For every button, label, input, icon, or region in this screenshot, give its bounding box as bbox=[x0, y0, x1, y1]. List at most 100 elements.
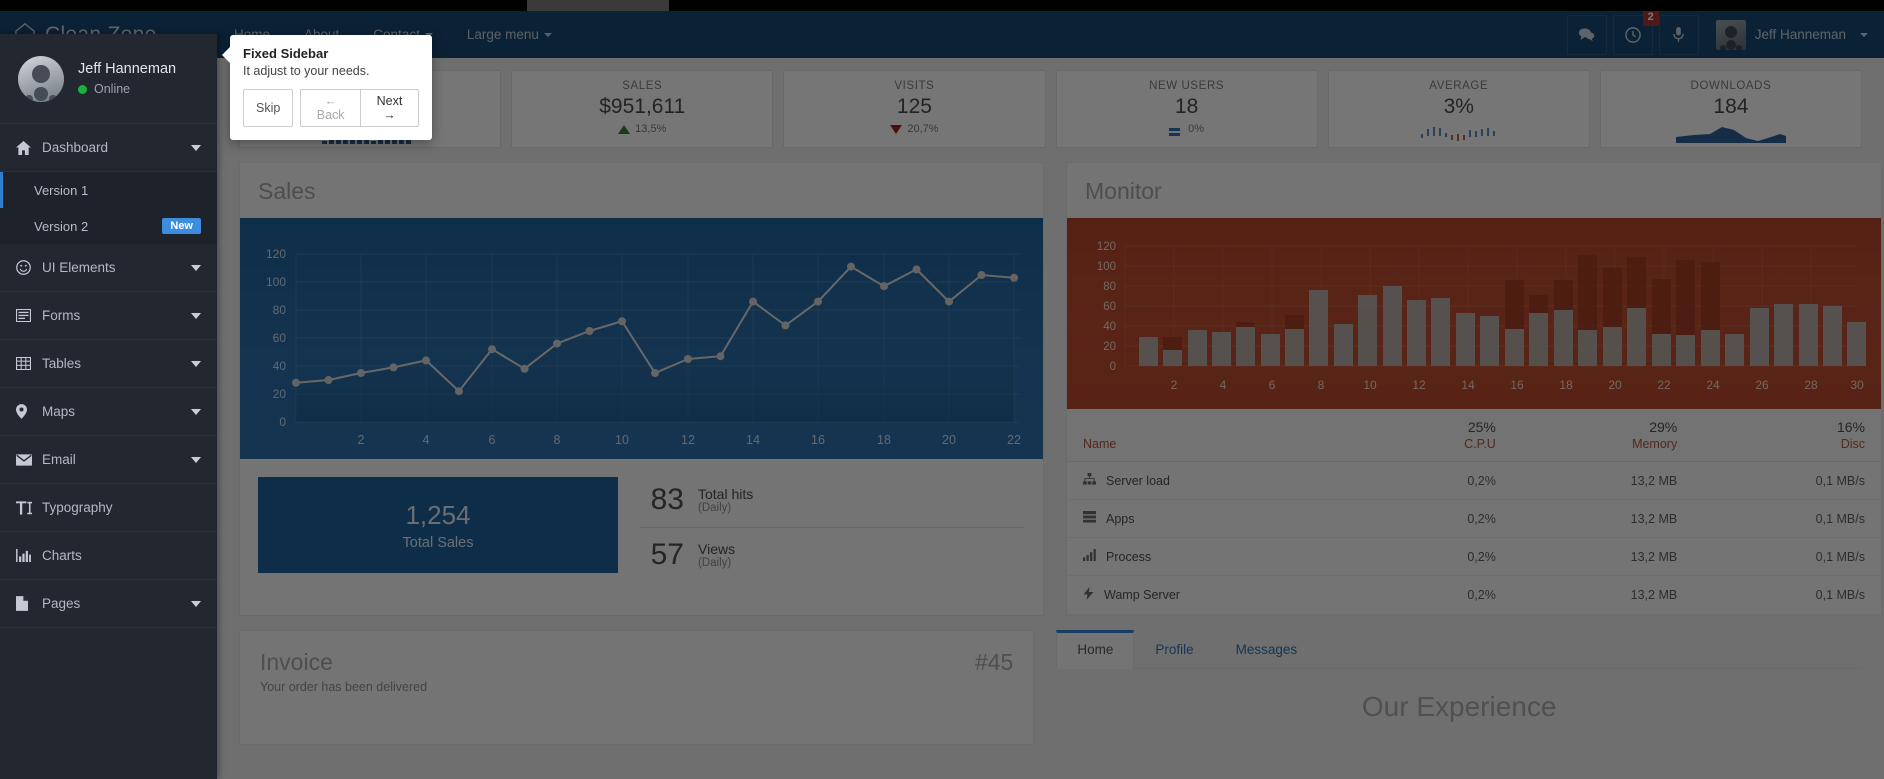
svg-text:20: 20 bbox=[1103, 341, 1116, 353]
envelope-icon bbox=[16, 453, 42, 466]
tabs-panel: Home Profile Messages Our Experience bbox=[1056, 630, 1862, 745]
stat-value: $951,611 bbox=[599, 95, 686, 118]
stat-delta-value: 0% bbox=[1188, 123, 1205, 135]
sidebar-item-forms[interactable]: Forms bbox=[0, 292, 217, 340]
sidebar-subitem-label: Version 1 bbox=[34, 182, 89, 198]
sidebar-item-version-2[interactable]: Version 2 New bbox=[0, 208, 217, 244]
smiley-icon bbox=[16, 260, 42, 275]
col-cpu: 25% C.P.U bbox=[1364, 409, 1512, 462]
stat-card-average[interactable]: AVERAGE 3% bbox=[1327, 70, 1590, 148]
sidebar-item-charts[interactable]: Charts bbox=[0, 532, 217, 580]
svg-text:40: 40 bbox=[273, 359, 287, 373]
svg-text:28: 28 bbox=[1804, 378, 1818, 392]
invoice-title: Invoice bbox=[260, 649, 333, 675]
chevron-down-icon bbox=[543, 32, 552, 37]
next-button[interactable]: Next → bbox=[360, 89, 419, 127]
stat-card-new-users[interactable]: NEW USERS 18 0% bbox=[1055, 70, 1318, 148]
svg-text:14: 14 bbox=[1461, 378, 1475, 392]
svg-text:8: 8 bbox=[554, 433, 561, 447]
hit-number: 83 bbox=[650, 483, 684, 516]
sidebar-profile[interactable]: Jeff Hanneman Online bbox=[0, 34, 217, 124]
nav-link-label: Large menu bbox=[466, 27, 539, 42]
col-memory: 29% Memory bbox=[1511, 409, 1694, 462]
cell-name: Wamp Server bbox=[1067, 575, 1365, 615]
sidebar-item-maps[interactable]: Maps bbox=[0, 388, 217, 436]
sidebar-item-typography[interactable]: Typography bbox=[0, 484, 217, 532]
tab-messages[interactable]: Messages bbox=[1215, 630, 1319, 669]
chevron-down-icon bbox=[191, 312, 201, 319]
svg-text:10: 10 bbox=[615, 433, 629, 447]
sidebar-item-email[interactable]: Email bbox=[0, 436, 217, 484]
cell-cpu: 0,2% bbox=[1364, 499, 1512, 538]
sidebar-item-label: Typography bbox=[42, 500, 113, 515]
sidebar-item-label: UI Elements bbox=[42, 260, 116, 275]
stat-delta: 20,7% bbox=[890, 123, 939, 135]
col-pct: 25% bbox=[1467, 419, 1496, 435]
sidebar-item-version-1[interactable]: Version 1 bbox=[0, 172, 217, 208]
tab-profile[interactable]: Profile bbox=[1134, 630, 1214, 669]
sidebar-item-label: Forms bbox=[42, 308, 81, 323]
stat-title: NEW USERS bbox=[1149, 80, 1225, 92]
sidebar-item-dashboard[interactable]: Dashboard bbox=[0, 124, 217, 172]
sidebar-item-pages[interactable]: Pages bbox=[0, 580, 217, 628]
hit-sublabel: (Daily) bbox=[698, 502, 732, 515]
sidebar-item-tables[interactable]: Tables bbox=[0, 340, 217, 388]
tab-home[interactable]: Home bbox=[1056, 630, 1135, 669]
sitemap-icon bbox=[1083, 473, 1096, 488]
table-row[interactable]: Process 0,2% 13,2 MB 0,1 MB/s bbox=[1067, 537, 1881, 576]
table-header-row: Name 25% C.P.U 29% Memory 16% Disc bbox=[1067, 409, 1881, 462]
stat-title: AVERAGE bbox=[1429, 80, 1489, 92]
cell-name: Process bbox=[1067, 537, 1365, 576]
clock-icon[interactable]: 2 bbox=[1612, 8, 1659, 55]
stat-card-visits[interactable]: VISITS 125 20,7% bbox=[783, 70, 1046, 148]
row-name: Apps bbox=[1106, 511, 1135, 526]
bottom-row: Invoice #45 Your order has been delivere… bbox=[239, 630, 1862, 745]
svg-text:80: 80 bbox=[1103, 281, 1116, 293]
monitor-panel: Monitor 120 100 80 60 40 20 0 2 4 6 8 10… bbox=[1066, 162, 1882, 616]
lightning-icon bbox=[1083, 587, 1094, 603]
sidebar-item-label: Pages bbox=[42, 596, 81, 611]
chevron-down-icon bbox=[191, 456, 201, 463]
table-row[interactable]: Apps 0,2% 13,2 MB 0,1 MB/s bbox=[1067, 499, 1881, 538]
sidebar-item-ui-elements[interactable]: UI Elements bbox=[0, 244, 217, 292]
svg-text:12: 12 bbox=[1412, 378, 1426, 392]
stat-value: 18 bbox=[1174, 95, 1199, 118]
text-icon bbox=[16, 500, 42, 515]
tab-label: Home bbox=[1077, 642, 1114, 657]
svg-text:20: 20 bbox=[942, 433, 956, 447]
sales-summary: 1,254 Total Sales 83 Total hits (Daily) bbox=[240, 459, 1043, 600]
stat-delta-value: 20,7% bbox=[907, 123, 939, 135]
stat-card-sales[interactable]: SALES $951,611 13,5% bbox=[511, 70, 774, 148]
chevron-down-icon bbox=[191, 408, 201, 415]
sales-line-chart[interactable]: 120 100 80 60 40 20 0 2 4 6 8 10 12 14 16 18 20 bbox=[240, 218, 1043, 459]
main-content: USERS 2,345 bbox=[217, 58, 1884, 779]
tab-body: Our Experience bbox=[1056, 669, 1862, 745]
nav-link-large-menu[interactable]: Large menu bbox=[450, 11, 569, 58]
monitor-bar-chart[interactable]: 120 100 80 60 40 20 0 24 68 10 12 14 16 18 20 bbox=[1067, 218, 1881, 409]
svg-text:8: 8 bbox=[1318, 378, 1325, 392]
svg-text:14: 14 bbox=[746, 433, 760, 447]
table-row[interactable]: Wamp Server 0,2% 13,2 MB 0,1 MB/s bbox=[1067, 575, 1881, 615]
hit-number: 57 bbox=[650, 538, 684, 571]
chevron-down-icon bbox=[191, 600, 201, 607]
table-row[interactable]: Server load 0,2% 13,2 MB 0,1 MB/s bbox=[1067, 461, 1881, 500]
svg-text:30: 30 bbox=[1850, 378, 1864, 392]
row-name: Wamp Server bbox=[1104, 588, 1180, 602]
skip-button[interactable]: Skip bbox=[243, 89, 294, 127]
microphone-icon[interactable] bbox=[1658, 14, 1699, 55]
chevron-down-icon bbox=[191, 144, 201, 151]
hits-list: 83 Total hits (Daily) 57 Views (Daily) bbox=[640, 477, 1025, 582]
stat-title: SALES bbox=[622, 80, 663, 92]
panels-row: Sales 120 100 80 60 40 20 0 2 4 6 8 10 1… bbox=[239, 162, 1882, 616]
stat-card-downloads[interactable]: DOWNLOADS 184 bbox=[1599, 70, 1863, 148]
chat-icon[interactable] bbox=[1566, 14, 1607, 55]
profile-status-label: Online bbox=[94, 82, 131, 96]
svg-text:26: 26 bbox=[1755, 378, 1769, 392]
svg-text:2: 2 bbox=[1171, 378, 1178, 392]
back-button[interactable]: ← Back bbox=[300, 89, 361, 127]
svg-text:16: 16 bbox=[811, 433, 825, 447]
svg-text:2: 2 bbox=[358, 433, 365, 447]
col-disc: 16% Disc bbox=[1693, 409, 1881, 462]
invoice-number: #45 bbox=[974, 649, 1014, 675]
user-menu[interactable]: Jeff Hanneman bbox=[1715, 19, 1868, 50]
